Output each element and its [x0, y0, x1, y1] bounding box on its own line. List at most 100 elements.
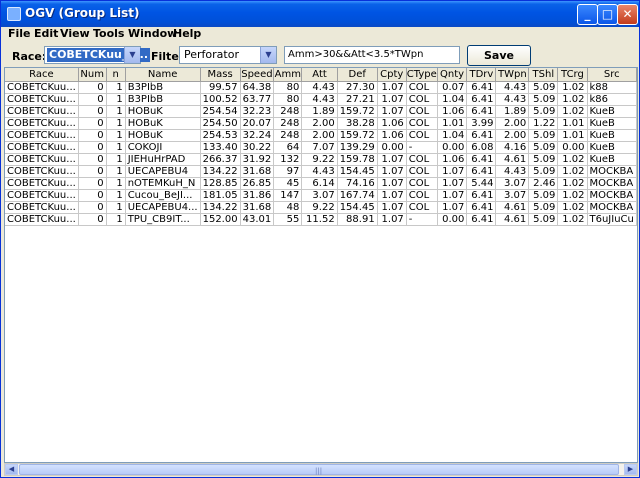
table-cell[interactable]: 32.24: [240, 129, 275, 142]
table-cell[interactable]: k86: [587, 93, 637, 106]
table-cell[interactable]: 5.09: [528, 93, 559, 106]
table-cell[interactable]: 1.06: [377, 117, 407, 130]
table-cell[interactable]: nOTEMKuH_N: [125, 177, 201, 190]
table-cell[interactable]: 1: [106, 129, 126, 142]
table-cell[interactable]: COBETCKuu...: [5, 105, 79, 118]
table-cell[interactable]: 1.02: [557, 153, 588, 166]
table-cell[interactable]: COL: [406, 129, 438, 142]
table-cell[interactable]: 0: [78, 129, 107, 142]
table-cell[interactable]: 248: [273, 129, 303, 142]
chevron-down-icon[interactable]: ▼: [260, 47, 276, 63]
table-cell[interactable]: 20.07: [240, 117, 275, 130]
column-header[interactable]: TDrv: [466, 68, 497, 82]
table-cell[interactable]: 7.07: [301, 141, 338, 154]
table-cell[interactable]: 159.72: [337, 129, 378, 142]
table-cell[interactable]: 5.09: [528, 165, 559, 178]
column-header[interactable]: Cpty: [377, 68, 407, 82]
table-row[interactable]: COBETCKuu... 0 1 UECAPEBU4... 134.22 31.68 48 9…: [5, 201, 637, 214]
table-cell[interactable]: 5.09: [528, 81, 559, 94]
table-cell[interactable]: 1.07: [377, 93, 407, 106]
table-cell[interactable]: 80: [273, 93, 303, 106]
table-cell[interactable]: MOCKBA: [587, 189, 637, 202]
table-cell[interactable]: 5.09: [528, 153, 559, 166]
table-cell[interactable]: 1.02: [557, 189, 588, 202]
table-cell[interactable]: 4.61: [495, 213, 530, 226]
race-combo[interactable]: COBETCKuu_C... ▼: [44, 46, 150, 64]
table-cell[interactable]: 3.07: [495, 177, 530, 190]
table-cell[interactable]: 9.22: [301, 201, 338, 214]
column-header[interactable]: TShl: [528, 68, 559, 82]
table-cell[interactable]: 1.07: [377, 177, 407, 190]
table-cell[interactable]: 1: [106, 201, 126, 214]
table-cell[interactable]: 1.07: [437, 177, 468, 190]
table-cell[interactable]: 31.86: [240, 189, 275, 202]
table-cell[interactable]: COBETCKuu...: [5, 153, 79, 166]
table-cell[interactable]: UECAPEBU4...: [125, 201, 201, 214]
column-header[interactable]: CType: [406, 68, 438, 82]
table-cell[interactable]: 132: [273, 153, 303, 166]
table-cell[interactable]: 0.00: [437, 141, 468, 154]
menu-tools[interactable]: Tools: [93, 27, 124, 40]
table-cell[interactable]: COBETCKuu...: [5, 165, 79, 178]
table-cell[interactable]: 0: [78, 177, 107, 190]
table-cell[interactable]: 1: [106, 153, 126, 166]
maximize-button[interactable]: □: [597, 4, 618, 25]
close-button[interactable]: ✕: [617, 4, 638, 25]
table-cell[interactable]: 4.16: [495, 141, 530, 154]
minimize-button[interactable]: _: [577, 4, 598, 25]
table-cell[interactable]: COL: [406, 93, 438, 106]
menu-edit[interactable]: Edit: [34, 27, 58, 40]
table-cell[interactable]: B3PIbB: [125, 93, 201, 106]
table-cell[interactable]: 1.02: [557, 81, 588, 94]
table-cell[interactable]: 134.22: [200, 201, 241, 214]
table-cell[interactable]: 11.52: [301, 213, 338, 226]
table-cell[interactable]: 147: [273, 189, 303, 202]
table-cell[interactable]: -: [406, 213, 438, 226]
table-cell[interactable]: 1.02: [557, 93, 588, 106]
table-cell[interactable]: 3.99: [466, 117, 497, 130]
column-header[interactable]: Num: [78, 68, 107, 82]
chevron-down-icon[interactable]: ▼: [124, 47, 140, 63]
table-cell[interactable]: 248: [273, 105, 303, 118]
table-cell[interactable]: 45: [273, 177, 303, 190]
menu-help[interactable]: Help: [173, 27, 201, 40]
table-cell[interactable]: 74.16: [337, 177, 378, 190]
table-cell[interactable]: 4.43: [495, 93, 530, 106]
table-cell[interactable]: 6.41: [466, 129, 497, 142]
column-header[interactable]: TCrg: [557, 68, 588, 82]
table-cell[interactable]: 1.06: [377, 129, 407, 142]
table-cell[interactable]: 5.09: [528, 141, 559, 154]
table-cell[interactable]: 254.50: [200, 117, 241, 130]
table-cell[interactable]: COL: [406, 177, 438, 190]
table-cell[interactable]: 4.43: [301, 165, 338, 178]
table-cell[interactable]: 4.43: [495, 165, 530, 178]
table-cell[interactable]: 2.46: [528, 177, 559, 190]
table-cell[interactable]: HOBuK: [125, 105, 201, 118]
table-cell[interactable]: 139.29: [337, 141, 378, 154]
column-header[interactable]: n: [106, 68, 126, 82]
table-cell[interactable]: 159.72: [337, 105, 378, 118]
table-cell[interactable]: 26.85: [240, 177, 275, 190]
table-cell[interactable]: 154.45: [337, 165, 378, 178]
table-cell[interactable]: k88: [587, 81, 637, 94]
table-cell[interactable]: 2.00: [495, 117, 530, 130]
table-cell[interactable]: COL: [406, 81, 438, 94]
table-cell[interactable]: 97: [273, 165, 303, 178]
menu-view[interactable]: View: [60, 27, 90, 40]
table-cell[interactable]: 6.41: [466, 93, 497, 106]
table-row[interactable]: COBETCKuu... 0 1 Cucou_BeJI... 181.05 31.86 14…: [5, 189, 637, 202]
table-cell[interactable]: COL: [406, 105, 438, 118]
table-cell[interactable]: 0.00: [557, 141, 588, 154]
table-cell[interactable]: JIEHuHrPAD: [125, 153, 201, 166]
table-row[interactable]: COBETCKuu... 0 1 TPU_CB9IT... 152.00 43.01 55 1…: [5, 213, 637, 226]
table-cell[interactable]: B3PIbB: [125, 81, 201, 94]
save-button[interactable]: Save: [467, 45, 531, 66]
column-header[interactable]: Mass: [200, 68, 241, 82]
table-cell[interactable]: 6.41: [466, 213, 497, 226]
column-header[interactable]: Amm: [273, 68, 303, 82]
table-cell[interactable]: HOBuK: [125, 117, 201, 130]
table-cell[interactable]: T6uJIuCu: [587, 213, 637, 226]
column-header[interactable]: Def: [337, 68, 378, 82]
table-cell[interactable]: COL: [406, 201, 438, 214]
table-cell[interactable]: 254.54: [200, 105, 241, 118]
